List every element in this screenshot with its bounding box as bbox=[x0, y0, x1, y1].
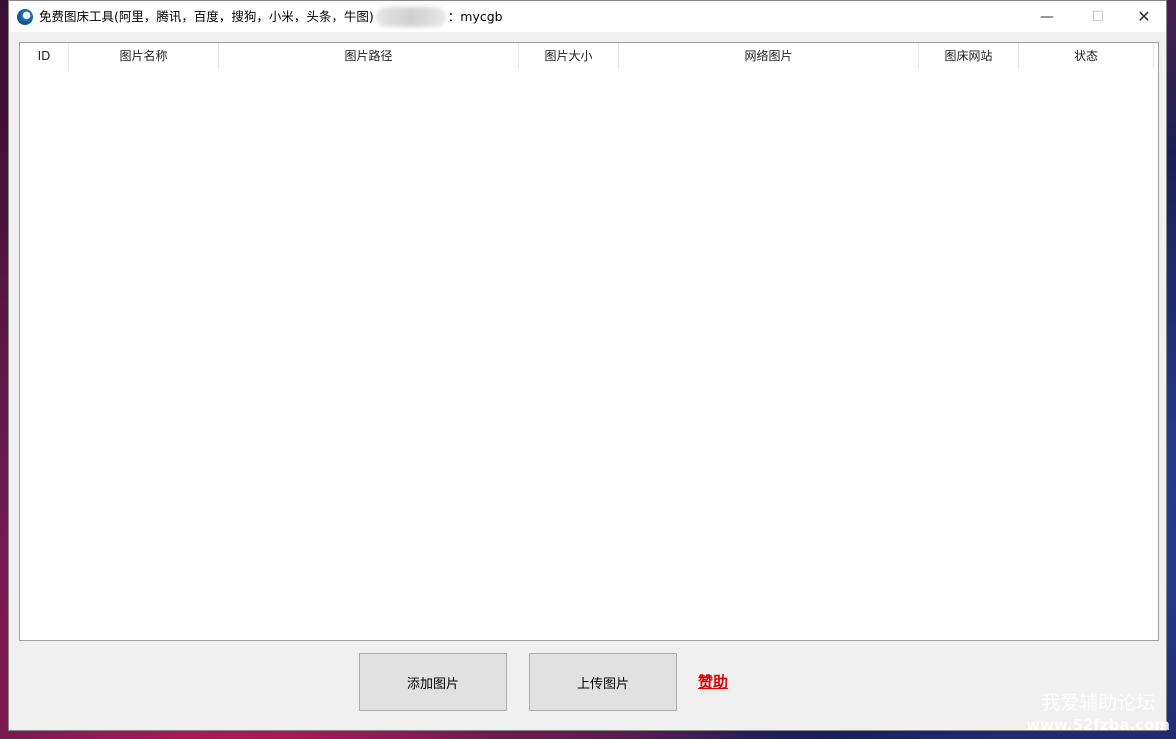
window-title: 免费图床工具(阿里，腾讯，百度，搜狗，小米，头条，牛图) ：mycgb bbox=[39, 6, 503, 28]
sponsor-link[interactable]: 赞助 bbox=[698, 671, 728, 692]
column-header-id[interactable]: ID bbox=[20, 43, 69, 68]
app-icon bbox=[17, 8, 33, 25]
column-header-name[interactable]: 图片名称 bbox=[69, 43, 219, 68]
watermark-line2: www.52fzba.com bbox=[1026, 716, 1170, 734]
column-header-url[interactable]: 网络图片 bbox=[619, 43, 919, 68]
image-list-table[interactable]: ID 图片名称 图片路径 图片大小 网络图片 图床网站 状态 bbox=[19, 42, 1159, 641]
column-header-path[interactable]: 图片路径 bbox=[219, 43, 519, 68]
title-text: 免费图床工具(阿里，腾讯，百度，搜狗，小米，头条，牛图) bbox=[39, 8, 374, 24]
watermark: 我爱辅助论坛 www.52fzba.com bbox=[1026, 692, 1170, 736]
title-suffix: ：mycgb bbox=[447, 8, 503, 24]
upload-image-button[interactable]: 上传图片 bbox=[529, 653, 677, 711]
table-header: ID 图片名称 图片路径 图片大小 网络图片 图床网站 状态 bbox=[20, 43, 1158, 69]
column-header-status[interactable]: 状态 bbox=[1019, 43, 1154, 68]
title-bar: 免费图床工具(阿里，腾讯，百度，搜狗，小米，头条，牛图) ：mycgb — ☐ ✕ bbox=[9, 1, 1166, 32]
column-header-host[interactable]: 图床网站 bbox=[919, 43, 1019, 68]
minimize-button[interactable]: — bbox=[1024, 1, 1070, 32]
close-button[interactable]: ✕ bbox=[1121, 1, 1167, 32]
watermark-line1: 我爱辅助论坛 bbox=[1041, 692, 1156, 714]
column-header-size[interactable]: 图片大小 bbox=[519, 43, 619, 68]
redacted-blur bbox=[375, 7, 446, 28]
add-image-button[interactable]: 添加图片 bbox=[359, 653, 507, 711]
maximize-button[interactable]: ☐ bbox=[1075, 1, 1121, 32]
app-window: 免费图床工具(阿里，腾讯，百度，搜狗，小米，头条，牛图) ：mycgb — ☐ ✕… bbox=[8, 0, 1167, 731]
